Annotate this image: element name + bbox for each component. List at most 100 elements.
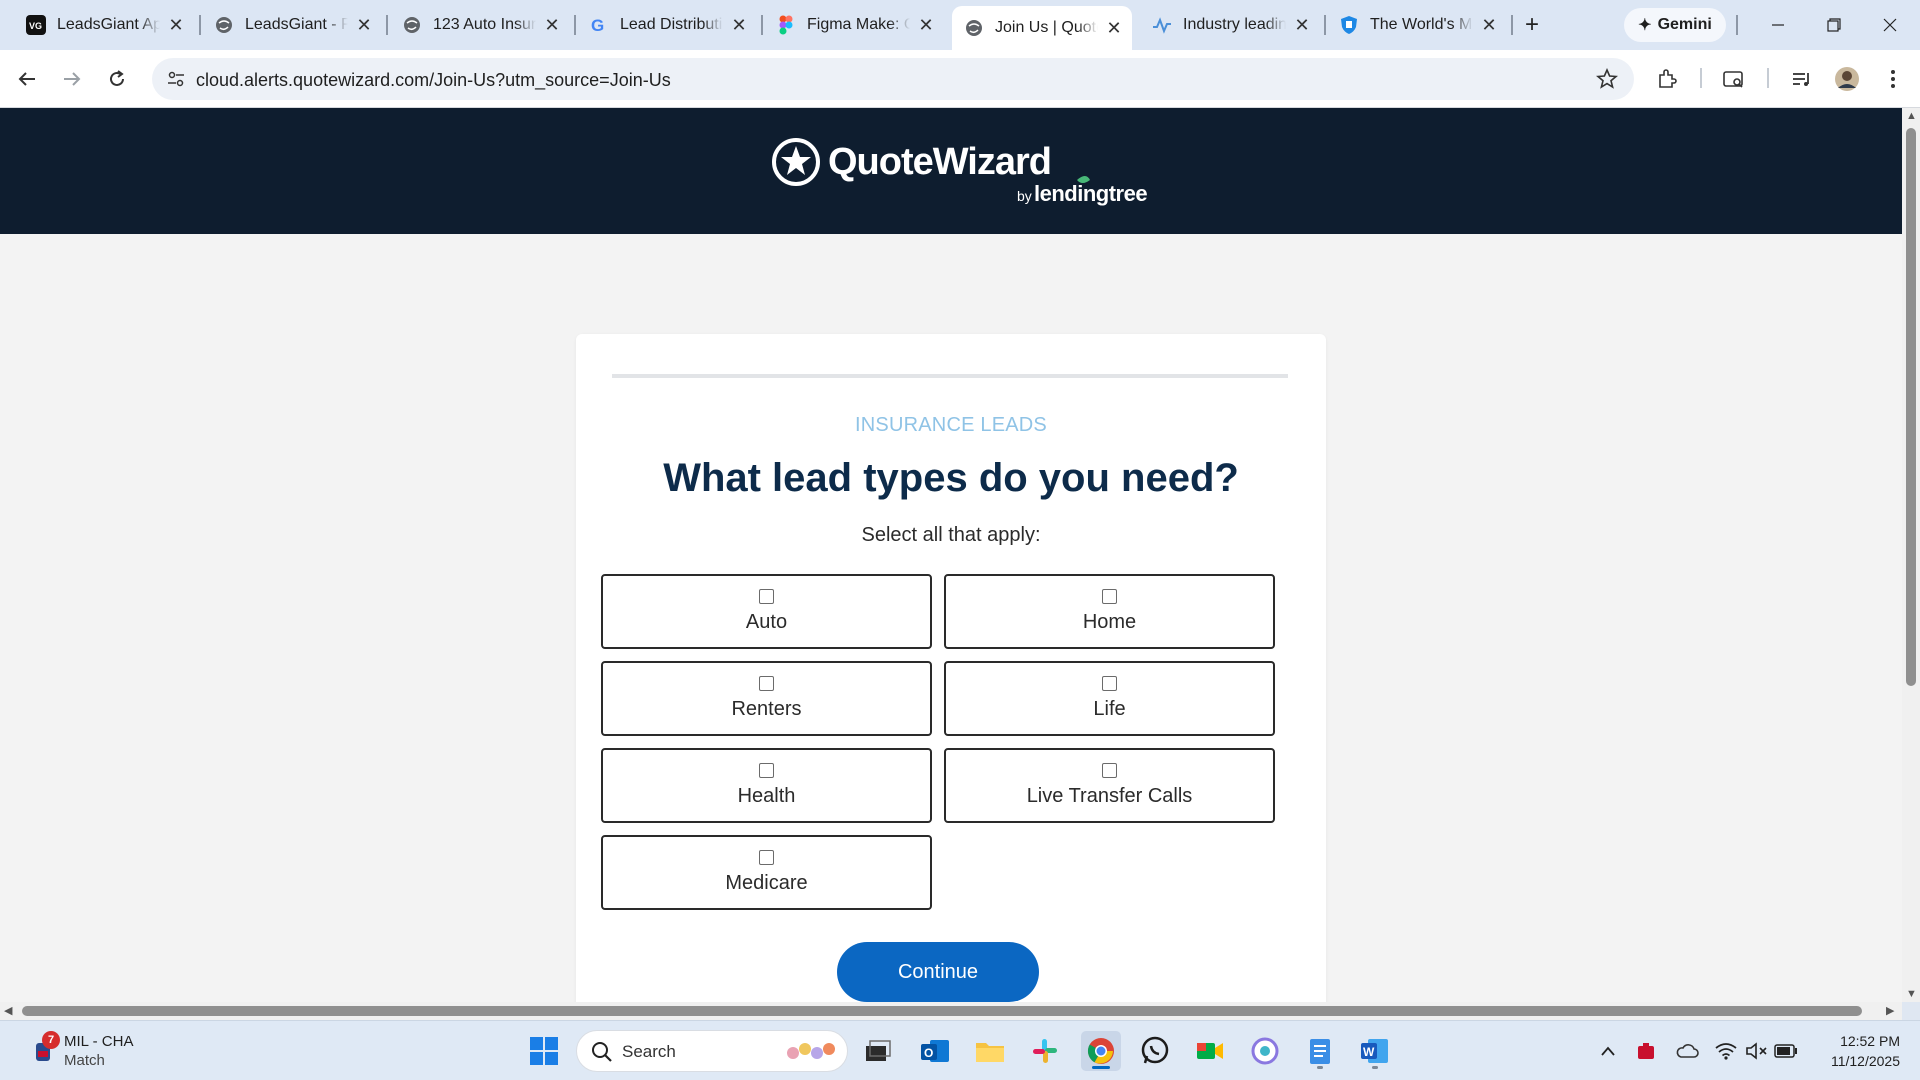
tab-join-us[interactable]: Join Us | Quote ✕ bbox=[952, 6, 1132, 50]
slack-app[interactable] bbox=[1025, 1031, 1065, 1071]
checkbox[interactable] bbox=[1102, 676, 1117, 691]
continue-button[interactable]: Continue bbox=[837, 942, 1039, 1002]
extensions-button[interactable] bbox=[1650, 62, 1684, 96]
close-icon[interactable]: ✕ bbox=[168, 15, 184, 35]
arrow-left-icon bbox=[18, 72, 35, 86]
scroll-down-icon[interactable]: ▼ bbox=[1906, 988, 1917, 1000]
wifi-icon[interactable] bbox=[1714, 1039, 1738, 1063]
outlook-app[interactable]: O bbox=[915, 1031, 955, 1071]
checkbox[interactable] bbox=[759, 850, 774, 865]
option-life[interactable]: Life bbox=[944, 661, 1275, 736]
page-viewport: QuoteWizard by lendingtree INSURANCE LEA… bbox=[0, 108, 1902, 1002]
option-label: Renters bbox=[731, 698, 802, 720]
checkbox[interactable] bbox=[1102, 589, 1117, 604]
file-explorer-app[interactable] bbox=[970, 1031, 1010, 1071]
gemini-button[interactable]: ✦ Gemini bbox=[1624, 8, 1726, 42]
tab-separator bbox=[199, 15, 201, 35]
widgets-button[interactable]: 7 MIL - CHA Match bbox=[28, 1031, 148, 1071]
quotewizard-logo[interactable]: QuoteWizard by lendingtree bbox=[772, 136, 1152, 208]
close-icon[interactable]: ✕ bbox=[1106, 18, 1122, 38]
svg-text:W: W bbox=[1363, 1045, 1375, 1059]
signup-card: INSURANCE LEADS What lead types do you n… bbox=[576, 334, 1326, 1002]
close-window-button[interactable] bbox=[1870, 10, 1910, 40]
checkbox[interactable] bbox=[759, 676, 774, 691]
tab-separator bbox=[574, 15, 576, 35]
reload-button[interactable] bbox=[100, 62, 134, 96]
checkbox[interactable] bbox=[1102, 763, 1117, 778]
tab-separator bbox=[386, 15, 388, 35]
site-settings-icon[interactable] bbox=[166, 69, 186, 94]
chrome-app[interactable] bbox=[1081, 1031, 1121, 1071]
search-icon bbox=[591, 1041, 613, 1068]
tray-app-icon[interactable] bbox=[1634, 1039, 1658, 1063]
scroll-right-icon[interactable]: ▶ bbox=[1886, 1004, 1894, 1017]
back-button[interactable] bbox=[10, 62, 44, 96]
onedrive-icon[interactable] bbox=[1675, 1039, 1699, 1063]
option-medicare[interactable]: Medicare bbox=[601, 835, 932, 910]
media-control-button[interactable] bbox=[1784, 62, 1818, 96]
tab-separator bbox=[1736, 15, 1738, 35]
minimize-button[interactable] bbox=[1758, 10, 1798, 40]
tab-search-button[interactable] bbox=[1717, 62, 1751, 96]
new-tab-button[interactable]: + bbox=[1519, 11, 1545, 38]
profile-avatar[interactable] bbox=[1830, 62, 1864, 96]
close-icon[interactable]: ✕ bbox=[1481, 15, 1497, 35]
horizontal-scrollbar[interactable]: ◀ ▶ bbox=[0, 1002, 1902, 1020]
active-indicator bbox=[1092, 1066, 1110, 1069]
menu-button[interactable] bbox=[1876, 62, 1910, 96]
volume-muted-icon[interactable] bbox=[1745, 1039, 1769, 1063]
checkbox[interactable] bbox=[759, 763, 774, 778]
scrollbar-thumb[interactable] bbox=[1906, 128, 1916, 686]
option-renters[interactable]: Renters bbox=[601, 661, 932, 736]
close-icon[interactable]: ✕ bbox=[1294, 15, 1310, 35]
tab-123-auto[interactable]: 123 Auto Insura ✕ bbox=[390, 8, 570, 42]
whatsapp-app[interactable] bbox=[1135, 1031, 1175, 1071]
page-title: What lead types do you need? bbox=[663, 456, 1239, 500]
tab-title: Figma Make: Ch bbox=[807, 16, 910, 33]
forward-button[interactable] bbox=[55, 62, 89, 96]
bookmark-star-icon[interactable] bbox=[1595, 67, 1619, 95]
brand-partner: lendingtree bbox=[1034, 181, 1147, 206]
tab-leadsgiant-api[interactable]: VG LeadsGiant Api ✕ bbox=[14, 8, 194, 42]
scrollbar-thumb[interactable] bbox=[22, 1006, 1862, 1016]
close-icon[interactable]: ✕ bbox=[544, 15, 560, 35]
show-hidden-icons-button[interactable] bbox=[1596, 1039, 1620, 1063]
address-bar[interactable]: cloud.alerts.quotewizard.com/Join-Us?utm… bbox=[152, 58, 1634, 100]
figma-icon bbox=[776, 15, 796, 35]
clock-date: 11/12/2025 bbox=[1830, 1053, 1900, 1069]
battery-icon[interactable] bbox=[1774, 1039, 1798, 1063]
url-text[interactable]: cloud.alerts.quotewizard.com/Join-Us?utm… bbox=[196, 70, 671, 91]
word-app[interactable]: W bbox=[1355, 1031, 1395, 1071]
tab-separator bbox=[1324, 15, 1326, 35]
system-clock[interactable]: 12:52 PM 11/12/2025 bbox=[1800, 1031, 1900, 1071]
checkbox[interactable] bbox=[759, 589, 774, 604]
tab-worlds-most[interactable]: The World's Mo ✕ bbox=[1327, 8, 1507, 42]
task-view-button[interactable] bbox=[858, 1031, 898, 1071]
close-icon[interactable]: ✕ bbox=[356, 15, 372, 35]
option-home[interactable]: Home bbox=[944, 574, 1275, 649]
leadsgiant-icon: VG bbox=[26, 15, 46, 35]
meet-app[interactable] bbox=[1190, 1031, 1230, 1071]
option-label: Health bbox=[737, 785, 796, 807]
start-button[interactable] bbox=[524, 1031, 564, 1071]
notepad-app[interactable] bbox=[1300, 1031, 1340, 1071]
taskbar-search[interactable]: Search bbox=[576, 1030, 848, 1072]
option-health[interactable]: Health bbox=[601, 748, 932, 823]
close-icon[interactable]: ✕ bbox=[731, 15, 747, 35]
cloud-icon bbox=[1676, 1044, 1699, 1058]
tab-lead-distribution[interactable]: G Lead Distributio ✕ bbox=[577, 8, 757, 42]
tab-industry-leading[interactable]: Industry leadin ✕ bbox=[1140, 8, 1320, 42]
vertical-scrollbar[interactable]: ▲ ▼ bbox=[1902, 108, 1920, 1002]
app-tray-icon bbox=[1638, 1043, 1654, 1059]
copilot-app[interactable] bbox=[1245, 1031, 1285, 1071]
option-live-transfer-calls[interactable]: Live Transfer Calls bbox=[944, 748, 1275, 823]
tab-separator bbox=[761, 15, 763, 35]
scroll-up-icon[interactable]: ▲ bbox=[1906, 110, 1917, 122]
tab-leadsgiant-pr[interactable]: LeadsGiant - Pr ✕ bbox=[202, 8, 382, 42]
option-auto[interactable]: Auto bbox=[601, 574, 932, 649]
restore-button[interactable] bbox=[1814, 10, 1854, 40]
scroll-left-icon[interactable]: ◀ bbox=[4, 1004, 12, 1017]
close-icon[interactable]: ✕ bbox=[918, 15, 934, 35]
tab-figma-make[interactable]: Figma Make: Ch ✕ bbox=[764, 8, 944, 42]
widget-subtitle: Match bbox=[64, 1052, 105, 1069]
